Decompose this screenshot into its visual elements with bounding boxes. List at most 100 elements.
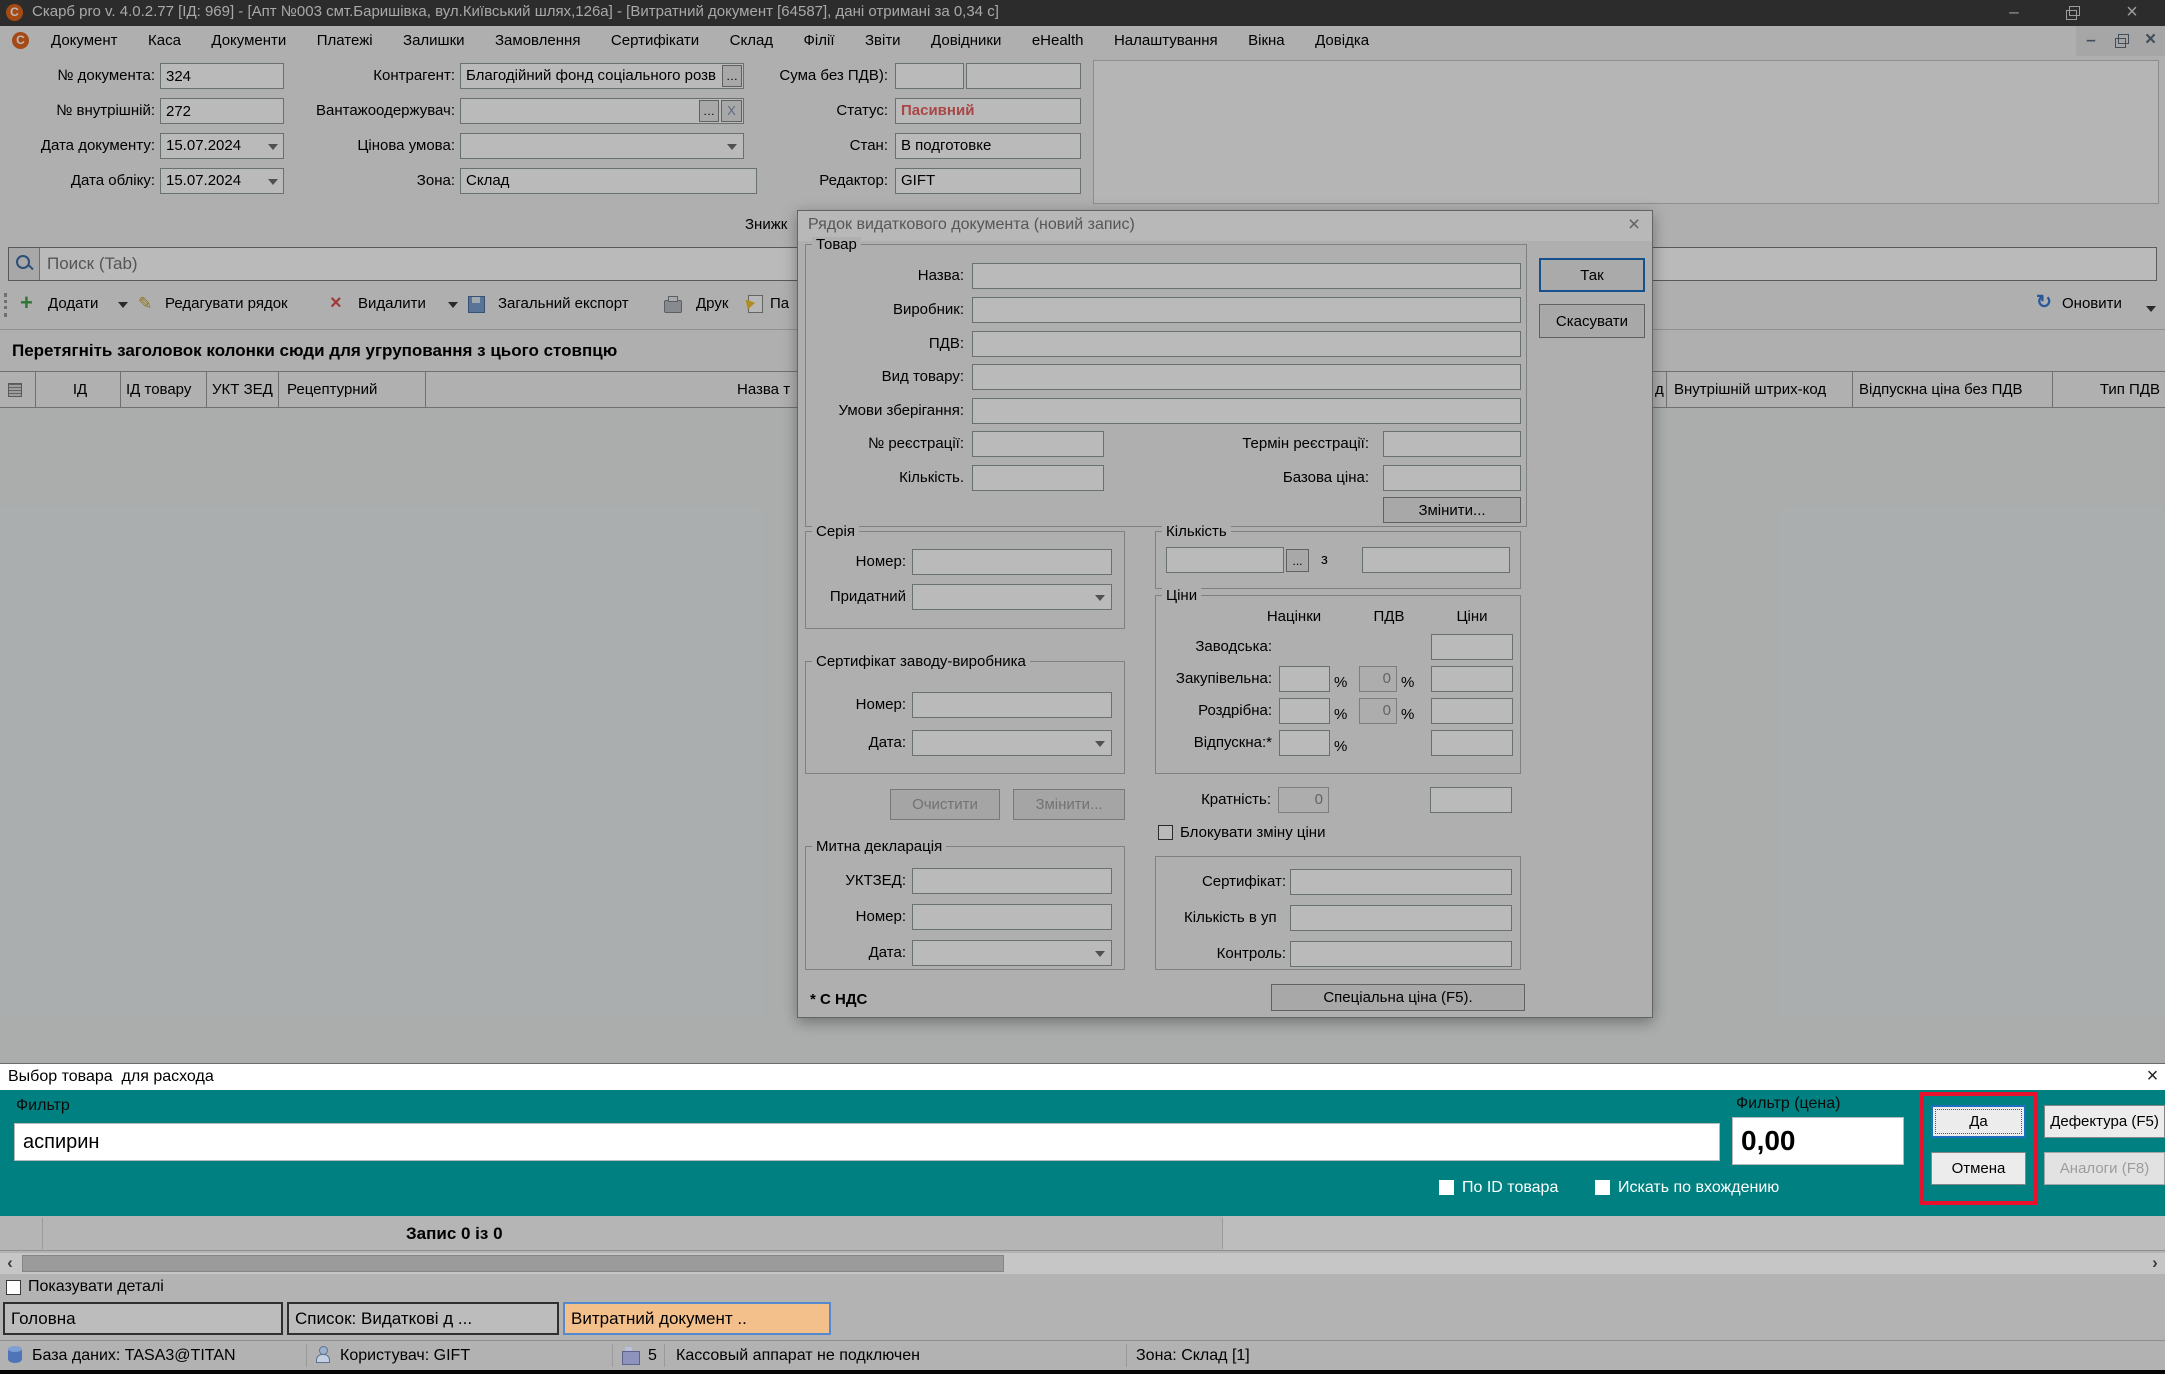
col-cut[interactable]: д [1655, 372, 1664, 408]
quantity-field[interactable] [972, 465, 1104, 491]
control-field[interactable] [1290, 941, 1512, 967]
manufacturer-field[interactable] [972, 297, 1521, 323]
export-button[interactable]: Загальний експорт [498, 288, 629, 320]
tab-golovna[interactable]: Головна [3, 1302, 283, 1335]
dialog-cancel-button[interactable]: Скасувати [1539, 304, 1645, 338]
price-filter-input[interactable] [1732, 1117, 1904, 1165]
minimize-icon[interactable]: – [1994, 0, 2034, 24]
restore-icon[interactable] [2066, 10, 2077, 20]
mdi-minimize-icon[interactable]: – [2076, 26, 2106, 56]
retail-price-field[interactable] [1431, 698, 1513, 724]
show-details-checkbox[interactable] [6, 1280, 21, 1295]
valid-combo[interactable] [912, 584, 1112, 610]
account-date-field[interactable]: 15.07.2024 [160, 168, 284, 194]
menu-документ[interactable]: Документ [38, 26, 131, 56]
col-shtrihkod[interactable]: Внутрішній штрих-код [1674, 372, 1826, 408]
product-type-field[interactable] [972, 364, 1521, 390]
menu-налаштування[interactable]: Налаштування [1101, 26, 1231, 56]
name-field[interactable] [972, 263, 1521, 289]
internal-number-field[interactable] [160, 98, 284, 124]
menu-довідники[interactable]: Довідники [918, 26, 1014, 56]
storage-field[interactable] [972, 398, 1521, 424]
menu-залишки[interactable]: Залишки [390, 26, 478, 56]
valid-caret-icon[interactable] [1095, 595, 1105, 601]
doc-date-caret-icon[interactable] [268, 144, 278, 150]
base-price-field[interactable] [1383, 465, 1521, 491]
customs-date-caret-icon[interactable] [1095, 951, 1105, 957]
change-product-button[interactable]: Змінити... [1383, 497, 1521, 523]
mdi-restore-icon[interactable] [2106, 26, 2136, 56]
menu-документи[interactable]: Документи [198, 26, 299, 56]
col-ukt-zed[interactable]: УКТ ЗЕД [212, 372, 273, 408]
qty-count-field[interactable] [1166, 547, 1284, 573]
mdi-close-icon[interactable]: × [2136, 26, 2165, 56]
params-button[interactable]: Па [770, 288, 789, 320]
cert2-field[interactable] [1290, 869, 1512, 895]
cert-date-caret-icon[interactable] [1095, 741, 1105, 747]
filter-input[interactable] [14, 1123, 1720, 1161]
menu-звіти[interactable]: Звіти [852, 26, 914, 56]
menu-замовлення[interactable]: Замовлення [482, 26, 593, 56]
uktzed-field[interactable] [912, 868, 1112, 894]
doc-number-field[interactable] [160, 63, 284, 89]
refresh-caret-icon[interactable] [2146, 306, 2156, 312]
dialog-close-icon[interactable]: × [1618, 211, 1650, 239]
purchase-price-field[interactable] [1431, 666, 1513, 692]
add-caret-icon[interactable] [118, 302, 128, 308]
qty-pack-field[interactable] [1290, 905, 1512, 931]
reg-term-field[interactable] [1383, 431, 1521, 457]
refresh-button[interactable]: Оновити [2062, 288, 2122, 320]
defectura-button[interactable]: Дефектура (F5) [2044, 1105, 2165, 1138]
menu-платежі[interactable]: Платежі [304, 26, 386, 56]
multiplicity-price-field[interactable] [1430, 787, 1512, 813]
h-scrollbar[interactable]: ‹ › [0, 1253, 2165, 1274]
factory-price-field[interactable] [1431, 634, 1513, 660]
dialog-ok-button[interactable]: Так [1539, 258, 1645, 292]
vat-field[interactable] [972, 331, 1521, 357]
scroll-right-arrow[interactable]: › [2145, 1253, 2165, 1273]
menu-склад[interactable]: Склад [717, 26, 786, 56]
close-icon[interactable]: × [2110, 0, 2154, 24]
menu-каса[interactable]: Каса [135, 26, 194, 56]
search-icon-button[interactable] [9, 248, 40, 280]
doc-date-field[interactable]: 15.07.2024 [160, 133, 284, 159]
menu-довідка[interactable]: Довідка [1302, 26, 1382, 56]
edit-row-button[interactable]: Редагувати рядок [165, 288, 288, 320]
col-receptur[interactable]: Рецептурний [287, 372, 377, 408]
qty-total-field[interactable] [1362, 547, 1510, 573]
scroll-left-arrow[interactable]: ‹ [0, 1253, 20, 1273]
by-entry-checkbox[interactable] [1595, 1180, 1610, 1195]
col-tip-pdv[interactable]: Тип ПДВ [2085, 372, 2160, 408]
special-price-button[interactable]: Спеціальна ціна (F5). [1271, 984, 1525, 1011]
customs-number-field[interactable] [912, 904, 1112, 930]
cert-number-field[interactable] [912, 692, 1112, 718]
tab-spisok[interactable]: Список: Видаткові д ... [287, 1302, 559, 1335]
sum-field-2[interactable] [966, 63, 1081, 89]
series-number-field[interactable] [912, 549, 1112, 575]
tab-vitratniy[interactable]: Витратний документ .. [563, 1302, 831, 1335]
menu-сертифікати[interactable]: Сертифікати [598, 26, 712, 56]
sum-field-1[interactable] [895, 63, 964, 89]
scroll-thumb[interactable] [22, 1255, 1004, 1272]
toolbar-grip[interactable] [4, 293, 7, 317]
picker-close-icon[interactable]: × [2140, 1064, 2165, 1089]
col-vidpuskna[interactable]: Відпускна ціна без ПДВ [1859, 372, 2023, 408]
qty-lookup-button[interactable]: ... [1286, 549, 1309, 572]
col-id[interactable]: ІД [42, 372, 118, 408]
account-date-caret-icon[interactable] [268, 179, 278, 185]
by-id-checkbox[interactable] [1439, 1180, 1454, 1195]
block-price-checkbox[interactable] [1158, 825, 1173, 840]
delete-caret-icon[interactable] [448, 302, 458, 308]
col-nazva[interactable]: Назва т [737, 372, 790, 408]
reg-number-field[interactable] [972, 431, 1104, 457]
menu-філії[interactable]: Філії [791, 26, 848, 56]
menu-вікна[interactable]: Вікна [1235, 26, 1298, 56]
purchase-markup-field[interactable] [1279, 666, 1330, 692]
col-id-tovaru[interactable]: ІД товару [126, 372, 191, 408]
customs-date-combo[interactable] [912, 940, 1112, 966]
retail-markup-field[interactable] [1279, 698, 1330, 724]
menu-ehealth[interactable]: eHealth [1019, 26, 1097, 56]
delete-button[interactable]: Видалити [358, 288, 426, 320]
cert-date-combo[interactable] [912, 730, 1112, 756]
print-button[interactable]: Друк [696, 288, 728, 320]
